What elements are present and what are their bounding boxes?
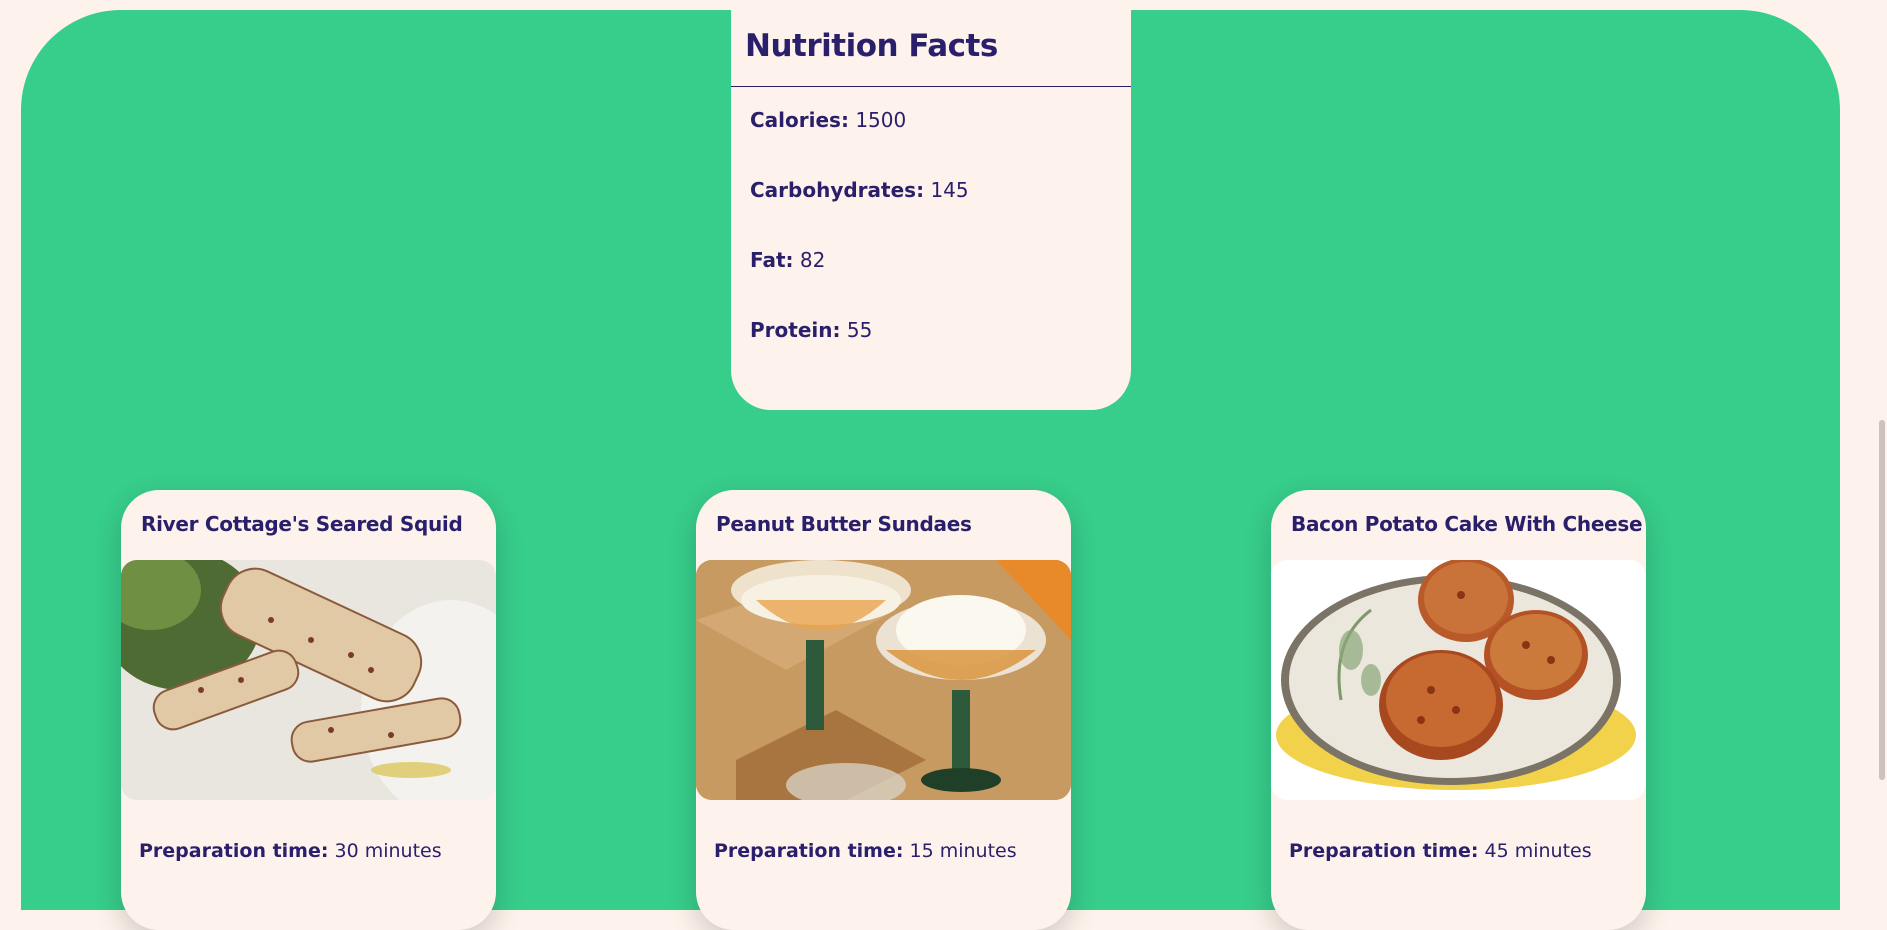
preparation-time: Preparation time: 45 minutes (1289, 840, 1592, 862)
nutrition-label: Fat: (750, 248, 794, 272)
recipe-card-bacon-potato-cake[interactable]: Bacon Potato Cake With Cheese Preparatio… (1271, 490, 1646, 930)
nutrition-row-carbohydrates: Carbohydrates: 145 (750, 178, 969, 202)
bacon-potato-cake-photo[interactable] (1271, 560, 1646, 800)
nutrition-value: 55 (846, 318, 873, 342)
nutrition-value: 82 (799, 248, 826, 272)
nutrition-label: Calories: (750, 108, 849, 132)
seared-squid-photo[interactable] (121, 560, 496, 800)
recipe-title[interactable]: River Cottage's Seared Squid (141, 512, 463, 536)
nutrition-row-calories: Calories: 1500 (750, 108, 906, 132)
recipe-card-peanut-butter-sundaes[interactable]: Peanut Butter Sundaes Preparation time: … (696, 490, 1071, 930)
peanut-butter-sundae-photo[interactable] (696, 560, 1071, 800)
prep-value: 30 minutes (334, 840, 442, 862)
nutrition-label: Carbohydrates: (750, 178, 925, 202)
nutrition-row-protein: Protein: 55 (750, 318, 872, 342)
nutrition-value: 145 (930, 178, 969, 202)
recipe-title[interactable]: Bacon Potato Cake With Cheese (1291, 512, 1643, 536)
prep-label: Preparation time: (1289, 840, 1479, 862)
nutrition-facts-card: Nutrition Facts Calories: 1500 Carbohydr… (731, 0, 1131, 410)
page-scrollbar[interactable] (1879, 420, 1885, 780)
prep-value: 15 minutes (909, 840, 1017, 862)
nutrition-title: Nutrition Facts (731, 0, 1131, 87)
prep-label: Preparation time: (714, 840, 904, 862)
nutrition-row-fat: Fat: 82 (750, 248, 825, 272)
preparation-time: Preparation time: 15 minutes (714, 840, 1017, 862)
prep-value: 45 minutes (1484, 840, 1592, 862)
recipe-title[interactable]: Peanut Butter Sundaes (716, 512, 972, 536)
nutrition-label: Protein: (750, 318, 841, 342)
recipe-card-seared-squid[interactable]: River Cottage's Seared Squid Preparation… (121, 490, 496, 930)
preparation-time: Preparation time: 30 minutes (139, 840, 442, 862)
prep-label: Preparation time: (139, 840, 329, 862)
nutrition-value: 1500 (855, 108, 907, 132)
